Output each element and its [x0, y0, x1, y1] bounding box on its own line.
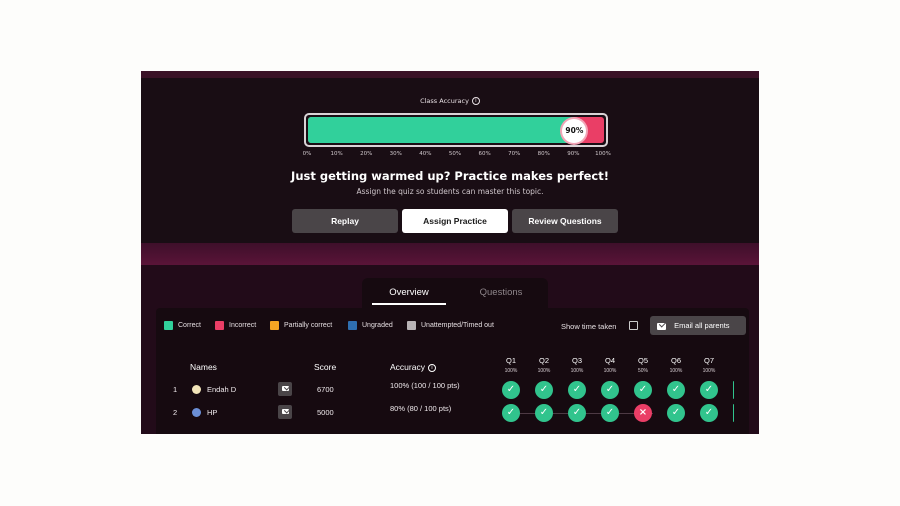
overview-panel: Correct Incorrect Partially correct Ungr… — [156, 308, 749, 434]
section-band — [141, 243, 759, 265]
student-accuracy: 100% (100 / 100 pts) — [390, 381, 460, 390]
report-tabs: Overview Questions — [362, 278, 548, 308]
replay-button[interactable]: Replay — [292, 209, 398, 233]
review-questions-button[interactable]: Review Questions — [512, 209, 618, 233]
question-result-dot[interactable]: ✓ — [601, 404, 619, 422]
question-result-dot[interactable]: ✓ — [667, 404, 685, 422]
tab-overview-underline — [372, 303, 446, 305]
top-strip — [141, 71, 759, 78]
legend-swatch-correct — [164, 321, 173, 330]
legend-unattempted: Unattempted/Timed out — [421, 322, 494, 329]
question-result-dot[interactable]: ✓ — [700, 381, 718, 399]
question-accuracy-q6: 100% — [669, 368, 683, 374]
accuracy-hero: Class Accuracy i 90% 0% 10% 20% 30% 40% 50% 60%… — [141, 78, 759, 243]
row-rank: 1 — [173, 385, 178, 394]
mail-icon — [281, 386, 289, 391]
student-accuracy: 80% (80 / 100 pts) — [390, 404, 452, 413]
question-accuracy-q3: 100% — [570, 368, 584, 374]
accuracy-tick: 80% — [537, 151, 550, 157]
legend-swatch-ungraded — [348, 321, 357, 330]
question-header-q5[interactable]: Q5 — [629, 356, 657, 365]
legend-correct: Correct — [178, 322, 201, 329]
email-all-parents-label: Email all parents — [674, 321, 730, 330]
question-result-dot[interactable] — [733, 404, 734, 422]
email-all-parents-button[interactable]: Email all parents — [650, 316, 746, 335]
accuracy-tick: 50% — [448, 151, 462, 157]
accuracy-tick: 40% — [419, 151, 432, 157]
legend-swatch-unattempted — [407, 321, 416, 330]
accuracy-tick: 30% — [389, 151, 402, 157]
tab-questions[interactable]: Questions — [464, 278, 538, 308]
question-result-dot[interactable]: ✓ — [568, 381, 586, 399]
question-header-q4[interactable]: Q4 — [596, 356, 624, 365]
column-accuracy-label: Accuracy — [390, 362, 425, 372]
mail-icon — [657, 322, 666, 330]
question-header-q1[interactable]: Q1 — [497, 356, 525, 365]
email-parent-button[interactable] — [278, 382, 292, 396]
question-result-dot[interactable]: ✓ — [700, 404, 718, 422]
email-parent-button[interactable] — [278, 405, 292, 419]
assign-practice-button[interactable]: Assign Practice — [402, 209, 508, 233]
question-accuracy-q1: 100% — [504, 368, 518, 374]
encouragement-headline: Just getting warmed up? Practice makes p… — [291, 169, 609, 183]
accuracy-bar-track — [308, 117, 604, 143]
accuracy-tick: 100% — [595, 151, 611, 157]
column-names: Names — [190, 362, 217, 372]
question-result-dot[interactable]: ✓ — [667, 381, 685, 399]
student-name[interactable]: Endah D — [207, 385, 236, 394]
avatar — [192, 385, 201, 394]
accuracy-info-icon[interactable]: i — [427, 363, 436, 372]
class-accuracy-label: Class Accuracy — [420, 97, 469, 105]
column-score: Score — [314, 362, 337, 372]
question-header-q7[interactable]: Q7 — [695, 356, 723, 365]
question-accuracy-q2: 100% — [537, 368, 551, 374]
encouragement-subtext: Assign the quiz so students can master t… — [356, 187, 544, 196]
question-accuracy-q5: 50% — [637, 368, 648, 374]
question-result-dot[interactable]: ✓ — [634, 381, 652, 399]
question-accuracy-q4: 100% — [603, 368, 617, 374]
question-accuracy-q7: 100% — [702, 368, 716, 374]
accuracy-tick: 10% — [330, 151, 343, 157]
question-result-dot[interactable] — [733, 381, 734, 399]
accuracy-tick: 60% — [478, 151, 491, 157]
accuracy-tick: 20% — [360, 151, 373, 157]
mail-icon — [281, 409, 289, 414]
question-result-dot[interactable]: ✓ — [535, 381, 553, 399]
legend-ungraded: Ungraded — [362, 322, 393, 329]
question-header-q2[interactable]: Q2 — [530, 356, 558, 365]
info-icon[interactable]: i — [471, 97, 480, 105]
accuracy-bar-fill — [308, 117, 575, 143]
accuracy-tick: 90% — [567, 151, 580, 157]
accuracy-tick: 0% — [302, 151, 312, 157]
question-result-dot[interactable]: ✓ — [535, 404, 553, 422]
legend-incorrect: Incorrect — [229, 322, 257, 329]
question-result-dot[interactable]: ✓ — [568, 404, 586, 422]
question-header-q3[interactable]: Q3 — [563, 356, 591, 365]
row-rank: 2 — [173, 408, 178, 417]
legend-swatch-partial — [270, 321, 279, 330]
question-result-dot[interactable]: ✓ — [601, 381, 619, 399]
legend-partially-correct: Partially correct — [284, 322, 333, 329]
student-score: 5000 — [317, 408, 334, 417]
question-result-dot[interactable]: × — [634, 404, 652, 422]
quiz-report-frame: Class Accuracy i 90% 0% 10% 20% 30% 40% 50% 60%… — [141, 71, 759, 434]
question-result-dot[interactable]: ✓ — [502, 404, 520, 422]
question-result-dot[interactable]: ✓ — [502, 381, 520, 399]
legend-swatch-incorrect — [215, 321, 224, 330]
avatar — [192, 408, 201, 417]
question-header-q6[interactable]: Q6 — [662, 356, 690, 365]
show-time-taken-checkbox[interactable] — [629, 321, 638, 330]
accuracy-tick: 70% — [508, 151, 521, 157]
student-name[interactable]: HP — [207, 408, 217, 417]
show-time-taken-label: Show time taken — [561, 322, 617, 331]
column-accuracy: Accuracy i — [390, 362, 436, 372]
student-score: 6700 — [317, 385, 334, 394]
class-accuracy-title: Class Accuracy i — [141, 97, 759, 105]
